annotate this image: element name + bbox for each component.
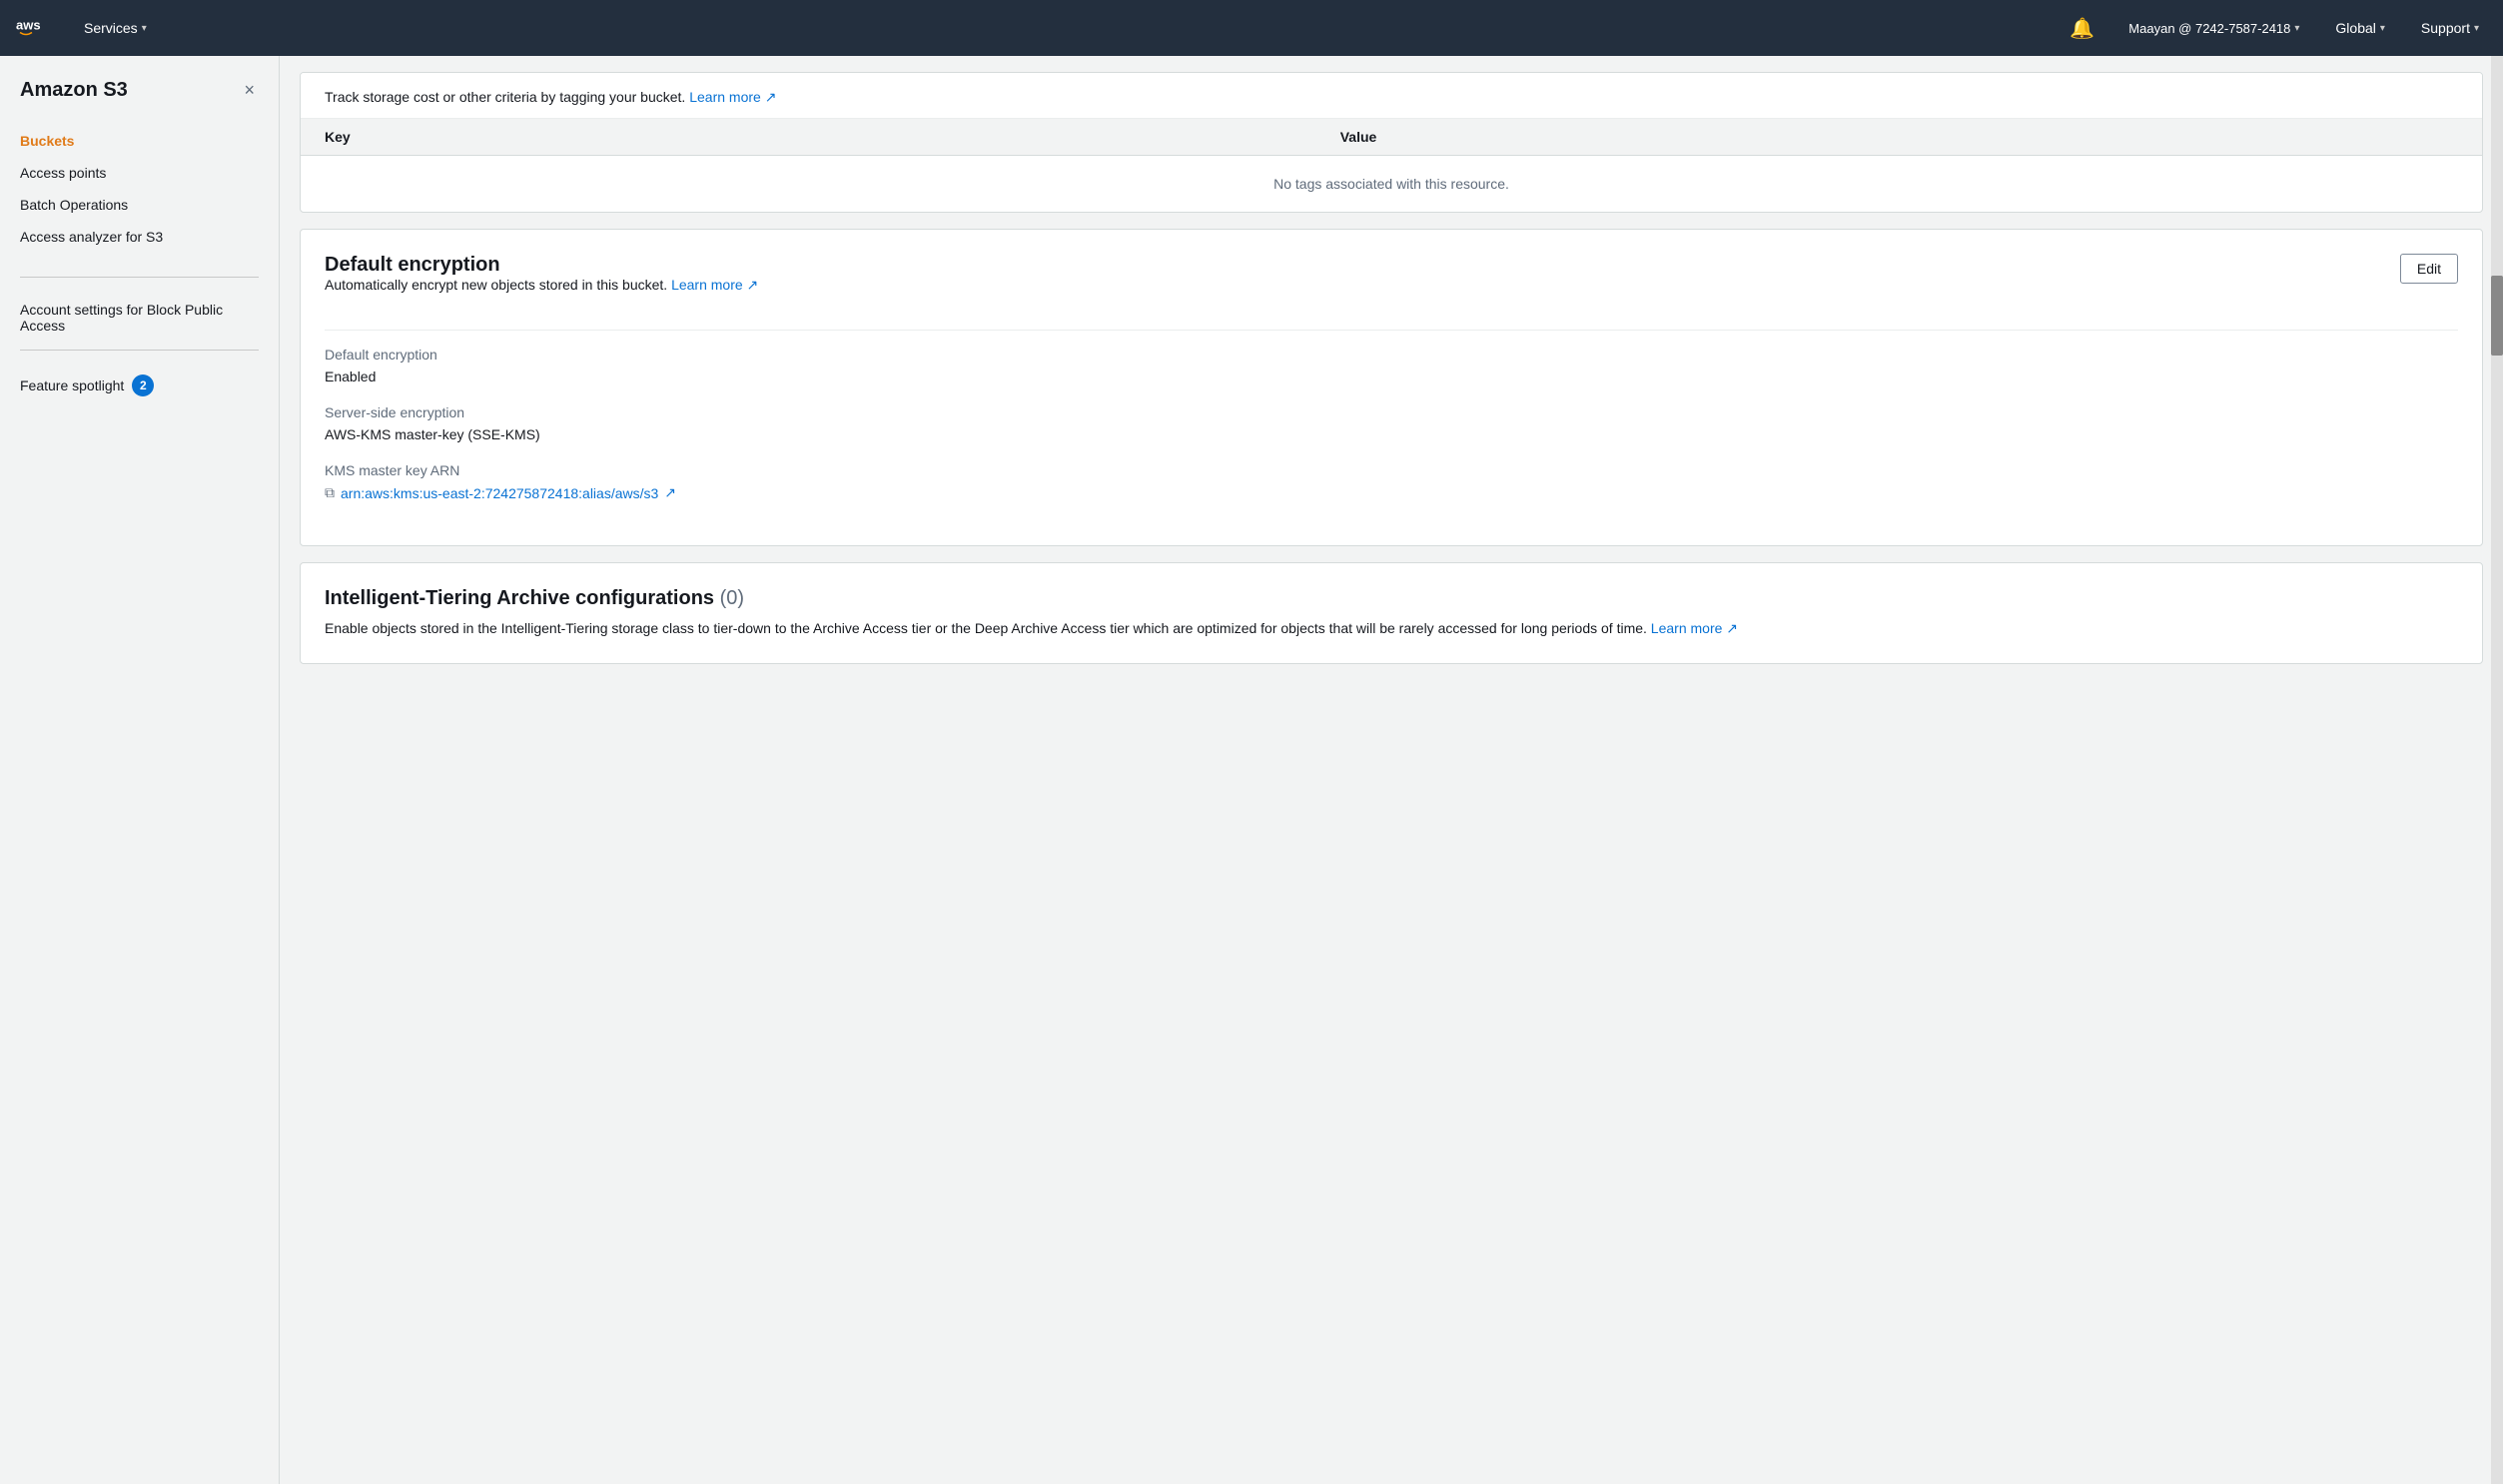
encryption-card-header: Default encryption Automatically encrypt… bbox=[325, 254, 2458, 314]
scrollbar-track[interactable] bbox=[2491, 56, 2503, 1484]
aws-logo[interactable]: aws bbox=[16, 14, 56, 42]
feature-spotlight-label: Feature spotlight bbox=[20, 377, 124, 393]
page-layout: Amazon S3 × Buckets Access points Batch … bbox=[0, 56, 2503, 1484]
scrollbar-thumb[interactable] bbox=[2491, 276, 2503, 356]
tags-table: Key Value No tags associated with this r… bbox=[301, 119, 2482, 212]
encryption-section: Default encryption Automatically encrypt… bbox=[300, 229, 2483, 546]
copy-icon[interactable]: ⧉ bbox=[325, 484, 335, 501]
tags-empty-message: No tags associated with this resource. bbox=[301, 156, 2482, 213]
svg-text:aws: aws bbox=[16, 18, 41, 33]
kms-arn-value-container: ⧉ arn:aws:kms:us-east-2:724275872418:ali… bbox=[325, 484, 2458, 501]
encryption-edit-button[interactable]: Edit bbox=[2400, 254, 2458, 284]
kms-arn-text: arn:aws:kms:us-east-2:724275872418:alias… bbox=[341, 485, 658, 501]
tags-info: Track storage cost or other criteria by … bbox=[301, 73, 2482, 119]
sidebar-close-button[interactable]: × bbox=[240, 76, 259, 105]
encryption-header-text: Default encryption Automatically encrypt… bbox=[325, 254, 758, 314]
tags-learn-more-link[interactable]: Learn more ↗ bbox=[689, 89, 776, 105]
sidebar-item-batch-operations[interactable]: Batch Operations bbox=[0, 189, 279, 221]
support-chevron-icon: ▾ bbox=[2474, 23, 2479, 34]
encryption-learn-more-link[interactable]: Learn more ↗ bbox=[671, 277, 758, 293]
services-button[interactable]: Services ▾ bbox=[76, 14, 155, 42]
server-side-encryption-label: Server-side encryption bbox=[325, 404, 2458, 420]
tiering-external-link-icon: ↗ bbox=[1726, 620, 1738, 636]
main-content: Track storage cost or other criteria by … bbox=[280, 56, 2503, 1484]
arn-external-link-icon: ↗ bbox=[664, 484, 676, 501]
sidebar-header: Amazon S3 × bbox=[0, 76, 279, 125]
sidebar-item-block-public-access[interactable]: Account settings for Block Public Access bbox=[0, 294, 279, 342]
sidebar-divider-2 bbox=[20, 350, 259, 351]
top-navigation: aws Services ▾ 🔔 Maayan @ 7242-7587-2418… bbox=[0, 0, 2503, 56]
tiering-section: Intelligent-Tiering Archive configuratio… bbox=[300, 562, 2483, 664]
col-key-header: Key bbox=[301, 119, 1316, 156]
services-chevron-icon: ▾ bbox=[142, 23, 147, 34]
default-encryption-field: Default encryption Enabled bbox=[325, 347, 2458, 384]
sidebar-item-buckets[interactable]: Buckets bbox=[0, 125, 279, 157]
sidebar: Amazon S3 × Buckets Access points Batch … bbox=[0, 56, 280, 1484]
feature-spotlight-badge: 2 bbox=[132, 374, 154, 396]
sidebar-title: Amazon S3 bbox=[20, 79, 128, 102]
support-button[interactable]: Support ▾ bbox=[2413, 14, 2487, 42]
region-button[interactable]: Global ▾ bbox=[2327, 14, 2393, 42]
kms-arn-field: KMS master key ARN ⧉ arn:aws:kms:us-east… bbox=[325, 462, 2458, 501]
server-side-encryption-field: Server-side encryption AWS-KMS master-ke… bbox=[325, 404, 2458, 442]
region-chevron-icon: ▾ bbox=[2380, 23, 2385, 34]
encryption-external-link-icon: ↗ bbox=[747, 277, 759, 293]
encryption-subtitle: Automatically encrypt new objects stored… bbox=[325, 277, 758, 294]
tiering-description: Enable objects stored in the Intelligent… bbox=[325, 618, 2458, 639]
kms-arn-link[interactable]: ⧉ arn:aws:kms:us-east-2:724275872418:ali… bbox=[325, 484, 2458, 501]
server-side-encryption-value: AWS-KMS master-key (SSE-KMS) bbox=[325, 426, 2458, 442]
user-menu[interactable]: Maayan @ 7242-7587-2418 ▾ bbox=[2120, 15, 2307, 42]
sidebar-nav: Buckets Access points Batch Operations A… bbox=[0, 125, 279, 269]
sidebar-item-access-analyzer[interactable]: Access analyzer for S3 bbox=[0, 221, 279, 253]
default-encryption-value: Enabled bbox=[325, 369, 2458, 384]
kms-arn-label: KMS master key ARN bbox=[325, 462, 2458, 478]
tiering-title: Intelligent-Tiering Archive configuratio… bbox=[325, 587, 2458, 610]
default-encryption-label: Default encryption bbox=[325, 347, 2458, 363]
tags-section: Track storage cost or other criteria by … bbox=[300, 72, 2483, 213]
sidebar-divider bbox=[20, 277, 259, 278]
sidebar-item-access-points[interactable]: Access points bbox=[0, 157, 279, 189]
tiering-count: (0) bbox=[720, 587, 744, 609]
encryption-title: Default encryption bbox=[325, 254, 758, 277]
notifications-icon[interactable]: 🔔 bbox=[2064, 10, 2100, 47]
tiering-learn-more-link[interactable]: Learn more ↗ bbox=[1651, 620, 1738, 636]
field-divider-1 bbox=[325, 330, 2458, 331]
external-link-icon: ↗ bbox=[765, 89, 777, 105]
user-chevron-icon: ▾ bbox=[2294, 23, 2299, 34]
col-value-header: Value bbox=[1316, 119, 2482, 156]
sidebar-item-feature-spotlight[interactable]: Feature spotlight 2 bbox=[0, 367, 279, 404]
